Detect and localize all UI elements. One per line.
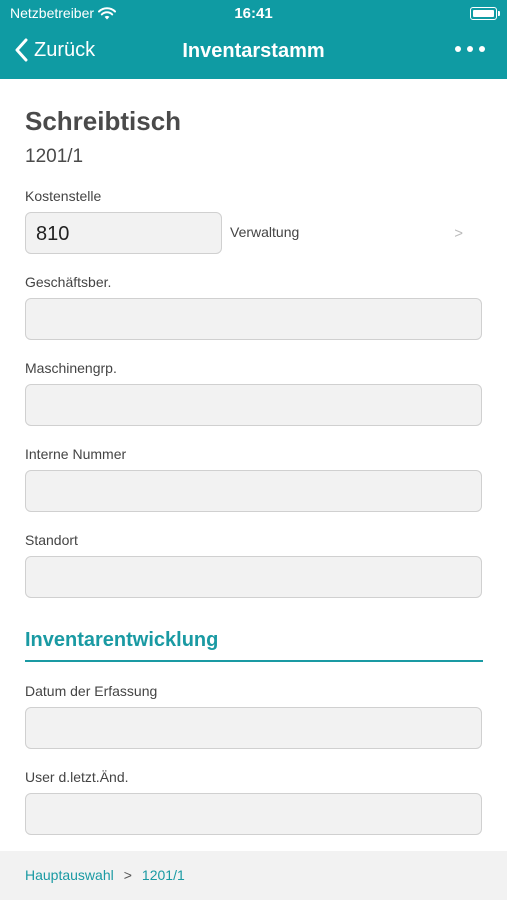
page-title: Inventarstamm	[182, 40, 325, 62]
kostenstelle-description: Verwaltung	[230, 224, 300, 240]
kostenstelle-label: Kostenstelle	[25, 188, 102, 204]
breadcrumb-separator: >	[123, 867, 132, 883]
datum-erfassung-label: Datum der Erfassung	[25, 683, 158, 699]
maschinengrp-label: Maschinengrp.	[25, 360, 117, 376]
detail-content[interactable]: Schreibtisch 1201/1 Kostenstelle 810 Ver…	[0, 79, 507, 851]
clock: 16:41	[234, 5, 273, 22]
maschinengrp-field[interactable]	[25, 384, 482, 426]
chevron-right-icon[interactable]: >	[454, 225, 463, 242]
breadcrumb-item-current[interactable]: 1201/1	[142, 867, 185, 883]
more-icon-dot	[479, 46, 485, 52]
user-letzt-aend-field[interactable]	[25, 793, 482, 835]
item-number: 1201/1	[25, 146, 84, 167]
footer-bar: Hauptauswahl > 1201/1	[0, 851, 507, 900]
more-icon-dot	[467, 46, 473, 52]
section-divider	[25, 660, 483, 662]
top-bar: Netzbetreiber 16:41 Zurück Inventarstamm	[0, 0, 507, 79]
datum-erfassung-field[interactable]	[25, 707, 482, 749]
interne-nummer-field[interactable]	[25, 470, 482, 512]
more-icon-dot	[455, 46, 461, 52]
breadcrumb: Hauptauswahl > 1201/1	[25, 867, 185, 883]
status-bar: Netzbetreiber 16:41	[0, 5, 507, 23]
more-button[interactable]	[455, 46, 485, 52]
kostenstelle-field[interactable]: 810	[25, 212, 222, 254]
battery-icon	[470, 7, 500, 20]
item-name: Schreibtisch	[25, 106, 182, 136]
interne-nummer-label: Interne Nummer	[25, 446, 127, 462]
section-title: Inventarentwicklung	[25, 629, 219, 651]
navigation-bar: Zurück Inventarstamm	[0, 36, 507, 70]
geschaeftsber-field[interactable]	[25, 298, 482, 340]
standort-field[interactable]	[25, 556, 482, 598]
breadcrumb-item-home[interactable]: Hauptauswahl	[25, 867, 114, 883]
geschaeftsber-label: Geschäftsber.	[25, 274, 112, 290]
user-letzt-aend-label: User d.letzt.Änd.	[25, 769, 129, 785]
standort-label: Standort	[25, 532, 78, 548]
